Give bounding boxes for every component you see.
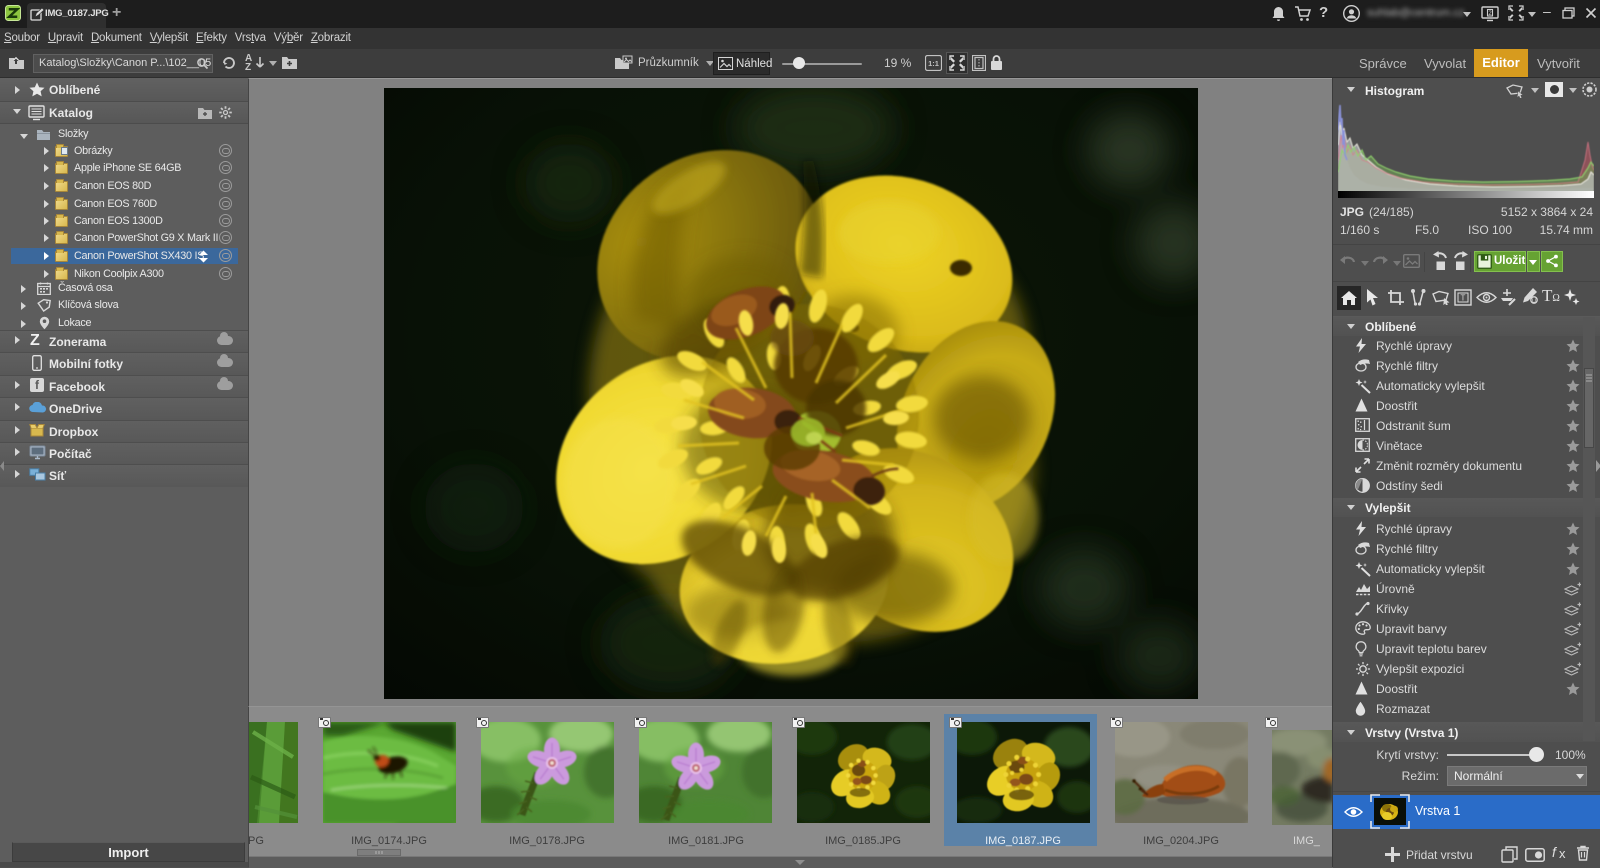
- svg-text:U: U: [1532, 299, 1536, 305]
- svg-text:1:1: 1:1: [928, 59, 939, 68]
- svg-text:T: T: [1461, 294, 1466, 303]
